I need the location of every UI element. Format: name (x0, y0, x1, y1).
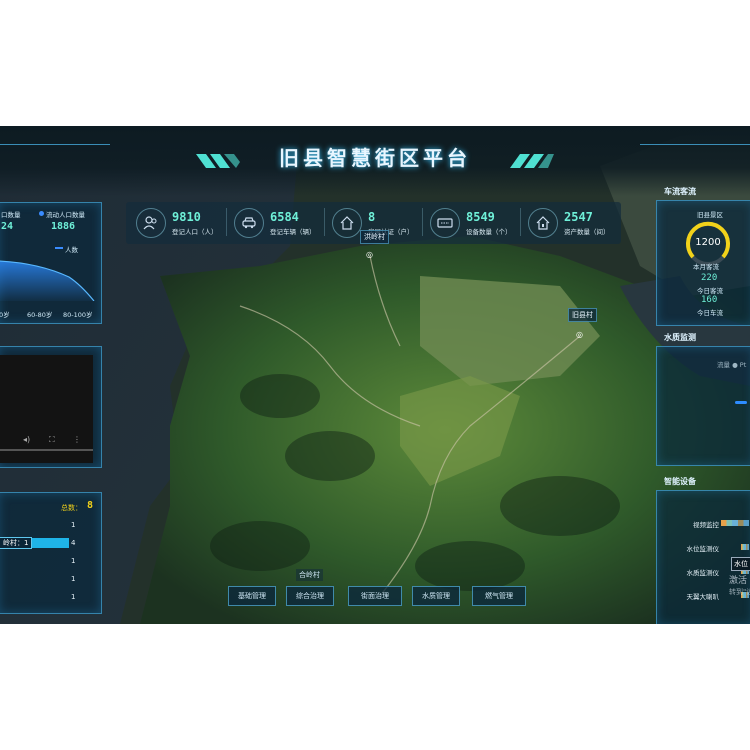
stat-devices[interactable]: 8549 设备数量（个） (430, 208, 520, 238)
tick-label: 80-100岁 (63, 311, 93, 319)
map-label-bottom[interactable]: 合岭村 (296, 569, 323, 581)
divider (324, 208, 325, 236)
stat-label: 登记人口（人） (172, 228, 218, 236)
today-passenger-value: 220 (701, 273, 718, 283)
device-label[interactable]: 视频监控 (693, 519, 719, 529)
volume-icon[interactable]: ◂) (23, 435, 30, 444)
population-area-chart (0, 260, 95, 301)
device-label[interactable]: 水位监测仪 (687, 543, 720, 553)
map-marker-icon[interactable]: ◎ (576, 330, 583, 339)
today-vehicle-label: 今日车流 (697, 309, 723, 317)
more-icon[interactable]: ⋮ (73, 435, 81, 444)
tick-label: 60-80岁 (27, 311, 53, 319)
activation-watermark: 激活 W (729, 576, 750, 586)
water-panel-title: 水质监测 (664, 333, 696, 342)
nav-street-governance[interactable]: 街面治理 (348, 586, 402, 606)
house-icon (332, 208, 362, 238)
total-value: 8 (87, 500, 94, 511)
header-line-right (640, 144, 750, 145)
device-tooltip: 水位 (731, 557, 750, 571)
water-quality-panel: 流量 ● Pt (656, 346, 750, 466)
gauge-value: 1200 (695, 237, 721, 248)
car-icon (234, 208, 264, 238)
gauge-label: 本月客流 (693, 263, 719, 271)
device-icon (430, 208, 460, 238)
floating-value: 1886 (51, 221, 76, 232)
map-label-top[interactable]: 洪岭村 (360, 230, 389, 244)
stat-vehicles[interactable]: 6584 登记车辆（辆） (234, 208, 324, 238)
legend-floating: 流动人口数量 (46, 211, 85, 219)
fullscreen-icon[interactable]: ⛶ (49, 435, 55, 445)
devices-panel-title: 智能设备 (664, 477, 696, 486)
stat-value: 8 (368, 210, 376, 224)
stat-value: 9810 (172, 210, 201, 224)
divider (520, 208, 521, 236)
place-label: 旧县景区 (697, 211, 723, 219)
nav-water-management[interactable]: 水质管理 (412, 586, 460, 606)
stat-value: 6584 (270, 210, 299, 224)
device-bar (741, 544, 749, 550)
satellite-map[interactable] (0, 126, 750, 624)
title-decoration-left (196, 154, 240, 168)
devices-panel: 视频监控 水位监测仪 水质监测仪 天翼大喇叭 水位 激活 W 转到"设 (656, 490, 750, 624)
population-panel: 口数量 流动人口数量 24 1886 人数 0岁 60-80岁 80-100岁 (0, 202, 102, 324)
water-legend: 流量 ● Pt (717, 361, 747, 369)
nav-comprehensive-governance[interactable]: 综合治理 (286, 586, 334, 606)
legend-dot (39, 211, 44, 216)
header-line-left (0, 144, 110, 145)
device-bar (721, 520, 749, 526)
page-title: 旧县智慧街区平台 (279, 146, 471, 170)
traffic-panel-title: 车流客流 (664, 187, 696, 196)
total-label: 总数： (61, 504, 82, 512)
tick-label: 0岁 (0, 311, 10, 319)
asset-icon (528, 208, 558, 238)
today-vehicle-value: 160 (701, 295, 718, 305)
person-icon (136, 208, 166, 238)
dashboard-screen: 旧县智慧街区平台 9810 登记人口（人） 6584 登记车辆（辆） 8 房屋认… (0, 126, 750, 624)
stat-label: 登记车辆（辆） (270, 228, 316, 236)
divider (226, 208, 227, 236)
title-decoration-right (510, 154, 554, 168)
nav-gas-management[interactable]: 燃气管理 (472, 586, 526, 606)
series-swatch (55, 247, 63, 249)
video-progress-bar[interactable] (0, 449, 93, 451)
village-list-panel: 总数： 8 1 岭村：1 4 1 1 1 (0, 492, 102, 614)
stat-label: 设备数量（个） (466, 228, 512, 236)
activation-watermark-sub: 转到"设 (729, 588, 750, 596)
traffic-panel: 旧县景区 1200 本月客流 220 今日客流 160 今日车流 (656, 200, 750, 326)
device-label[interactable]: 天翼大喇叭 (687, 591, 720, 601)
video-player[interactable] (0, 355, 93, 463)
today-passenger-label: 今日客流 (697, 287, 723, 295)
nav-basic-management[interactable]: 基础管理 (228, 586, 276, 606)
device-label[interactable]: 水质监测仪 (687, 567, 720, 577)
registered-value: 24 (1, 221, 14, 232)
map-label-village[interactable]: 旧县村 (568, 308, 597, 322)
map-marker-icon[interactable]: ◎ (366, 250, 373, 259)
stat-value: 2547 (564, 210, 593, 224)
video-panel: ◂) ⛶ ⋮ (0, 346, 102, 468)
village-tooltip: 岭村：1 (0, 537, 33, 549)
stat-population[interactable]: 9810 登记人口（人） (136, 208, 226, 238)
divider (422, 208, 423, 236)
stat-assets[interactable]: 2547 资产数量（间） (528, 208, 618, 238)
water-series-marker (735, 401, 747, 404)
stat-value: 8549 (466, 210, 495, 224)
stat-label: 资产数量（间） (564, 228, 610, 236)
legend-registered: 口数量 (1, 211, 21, 219)
